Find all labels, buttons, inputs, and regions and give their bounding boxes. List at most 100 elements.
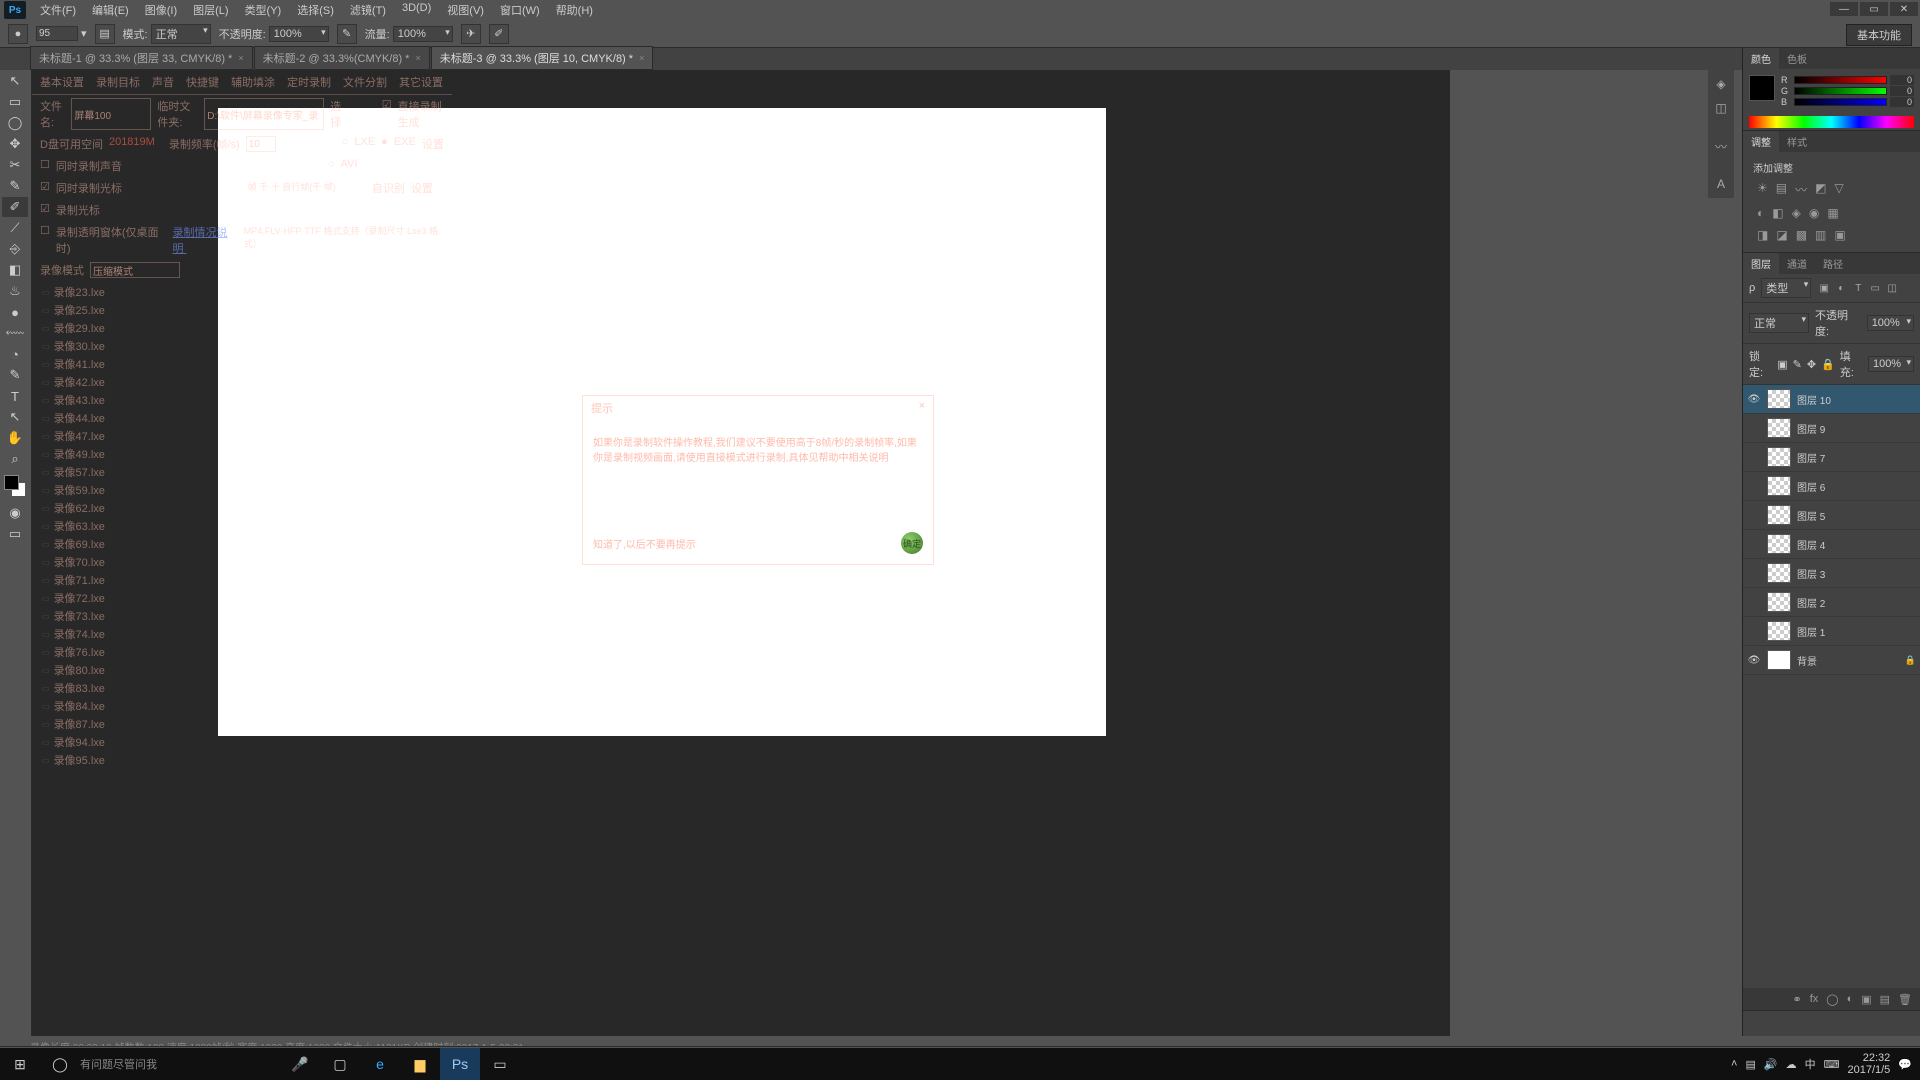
menu-item[interactable]: 编辑(E) xyxy=(84,0,137,20)
foreground-color[interactable] xyxy=(1749,75,1775,101)
layer-filter-kind[interactable]: 类型 xyxy=(1761,278,1811,298)
layer-row[interactable]: 👁背景🔒 xyxy=(1743,646,1920,675)
opacity-select[interactable]: 100% xyxy=(269,26,329,42)
layer-thumb[interactable] xyxy=(1767,389,1791,409)
layer-thumb[interactable] xyxy=(1767,476,1791,496)
layer-thumb[interactable] xyxy=(1767,505,1791,525)
layer-thumb[interactable] xyxy=(1767,418,1791,438)
layer-row[interactable]: 图层 3 xyxy=(1743,559,1920,588)
menu-item[interactable]: 视图(V) xyxy=(439,0,492,20)
mic-icon[interactable]: 🎤 xyxy=(280,1048,320,1080)
layer-name[interactable]: 图层 7 xyxy=(1797,450,1916,465)
tool-button[interactable]: ✋ xyxy=(2,428,28,448)
tray-chevron-icon[interactable]: ˄ xyxy=(1731,1058,1737,1070)
tool-button[interactable]: ⌕ xyxy=(2,449,28,469)
recorder-taskbar-icon[interactable]: ▭ xyxy=(480,1048,520,1080)
tool-button[interactable]: ◯ xyxy=(2,113,28,133)
canvas[interactable] xyxy=(218,108,1106,736)
tool-button[interactable]: ✎ xyxy=(2,176,28,196)
link-icon[interactable]: ⚭ xyxy=(1792,993,1801,1006)
ime-icon[interactable]: 中 xyxy=(1805,1056,1816,1072)
pressure-opacity-icon[interactable]: ✎ xyxy=(337,24,357,44)
cortana-search[interactable]: 有问题尽管问我 xyxy=(80,1056,280,1072)
tool-button[interactable]: ◔ xyxy=(2,344,28,364)
cortana-button[interactable]: ◯ xyxy=(40,1048,80,1080)
layer-thumb[interactable] xyxy=(1767,563,1791,583)
tool-button[interactable]: ⬳ xyxy=(2,323,28,343)
explorer-icon[interactable]: ▆ xyxy=(400,1048,440,1080)
layer-name[interactable]: 图层 5 xyxy=(1797,508,1916,523)
brush-size-input[interactable] xyxy=(36,26,78,41)
layer-name[interactable]: 图层 10 xyxy=(1797,392,1916,407)
close-tab-icon[interactable]: × xyxy=(415,53,420,63)
onedrive-icon[interactable]: ☁ xyxy=(1786,1058,1797,1071)
tool-button[interactable]: ● xyxy=(2,302,28,322)
close-tab-icon[interactable]: × xyxy=(639,53,644,63)
pressure-size-icon[interactable]: ✐ xyxy=(489,24,509,44)
maximize-button[interactable]: ▭ xyxy=(1860,2,1888,16)
photoshop-taskbar-icon[interactable]: Ps xyxy=(440,1048,480,1080)
layer-row[interactable]: 图层 6 xyxy=(1743,472,1920,501)
ime2-icon[interactable]: ⌨ xyxy=(1824,1058,1840,1071)
tab-channels[interactable]: 通道 xyxy=(1779,253,1815,274)
layer-row[interactable]: 图层 1 xyxy=(1743,617,1920,646)
vibrance-icon[interactable]: ▽ xyxy=(1834,181,1843,198)
tool-button[interactable]: ↖ xyxy=(2,71,28,91)
tool-button[interactable]: ♨ xyxy=(2,281,28,301)
action-center-icon[interactable]: 💬 xyxy=(1898,1058,1912,1071)
menu-item[interactable]: 滤镜(T) xyxy=(342,0,394,20)
menu-item[interactable]: 帮助(H) xyxy=(548,0,601,20)
tool-button[interactable]: ✎ xyxy=(2,365,28,385)
tab-color[interactable]: 颜色 xyxy=(1743,48,1779,69)
layer-name[interactable]: 图层 9 xyxy=(1797,421,1916,436)
properties-icon[interactable]: ◫ xyxy=(1710,98,1732,118)
document-tab[interactable]: 未标题-1 @ 33.3% (图层 33, CMYK/8) *× xyxy=(30,46,253,70)
menu-item[interactable]: 类型(Y) xyxy=(237,0,290,20)
visibility-icon[interactable]: 👁 xyxy=(1747,394,1761,405)
menu-item[interactable]: 选择(S) xyxy=(289,0,342,20)
layer-row[interactable]: 图层 4 xyxy=(1743,530,1920,559)
fx-icon[interactable]: fx xyxy=(1810,993,1819,1005)
minimize-button[interactable]: — xyxy=(1830,2,1858,16)
layer-thumb[interactable] xyxy=(1767,592,1791,612)
menu-item[interactable]: 图层(L) xyxy=(185,0,236,20)
edge-icon[interactable]: e xyxy=(360,1048,400,1080)
document-tab[interactable]: 未标题-3 @ 33.3% (图层 10, CMYK/8) *× xyxy=(431,46,654,70)
tab-adjust[interactable]: 调整 xyxy=(1743,131,1779,152)
layer-name[interactable]: 图层 1 xyxy=(1797,624,1916,639)
volume-icon[interactable]: 🔊 xyxy=(1764,1058,1778,1071)
layer-name[interactable]: 图层 3 xyxy=(1797,566,1916,581)
group-icon[interactable]: ▣ xyxy=(1861,993,1871,1006)
tool-button[interactable]: ↖ xyxy=(2,407,28,427)
mask-icon[interactable]: ◯ xyxy=(1826,993,1838,1006)
network-icon[interactable]: ▤ xyxy=(1745,1058,1755,1071)
clock[interactable]: 22:322017/1/5 xyxy=(1847,1052,1890,1076)
history-icon[interactable]: ◈ xyxy=(1710,74,1732,94)
exposure-icon[interactable]: ◩ xyxy=(1815,181,1826,198)
document-tab[interactable]: 未标题-2 @ 33.3%(CMYK/8) *× xyxy=(254,46,430,70)
layer-name[interactable]: 图层 2 xyxy=(1797,595,1916,610)
menu-item[interactable]: 图像(I) xyxy=(137,0,185,20)
char-icon[interactable]: A xyxy=(1710,174,1732,194)
fill-adj-icon[interactable]: ◐ xyxy=(1847,993,1854,1005)
close-tab-icon[interactable]: × xyxy=(238,53,243,63)
quickmask-icon[interactable]: ◉ xyxy=(2,503,28,523)
tab-paths[interactable]: 路径 xyxy=(1815,253,1851,274)
blend-mode-select[interactable]: 正常 xyxy=(151,24,211,44)
layer-thumb[interactable] xyxy=(1767,447,1791,467)
menu-item[interactable]: 文件(F) xyxy=(32,0,84,20)
hue-strip[interactable] xyxy=(1749,116,1914,128)
close-button[interactable]: ✕ xyxy=(1890,2,1918,16)
layer-row[interactable]: 图层 7 xyxy=(1743,443,1920,472)
tab-swatches[interactable]: 色板 xyxy=(1779,48,1815,69)
layer-row[interactable]: 图层 9 xyxy=(1743,414,1920,443)
layer-name[interactable]: 图层 4 xyxy=(1797,537,1916,552)
levels-icon[interactable]: ▤ xyxy=(1776,181,1787,198)
tool-button[interactable]: ◧ xyxy=(2,260,28,280)
trash-icon[interactable]: 🗑 xyxy=(1898,993,1912,1006)
brush-panel-icon[interactable]: ▤ xyxy=(95,24,115,44)
layer-row[interactable]: 👁 图层 10 xyxy=(1743,385,1920,414)
brightness-icon[interactable]: ☀ xyxy=(1757,181,1768,198)
layer-name[interactable]: 背景 xyxy=(1797,653,1899,668)
blend-mode[interactable]: 正常 xyxy=(1749,313,1809,333)
